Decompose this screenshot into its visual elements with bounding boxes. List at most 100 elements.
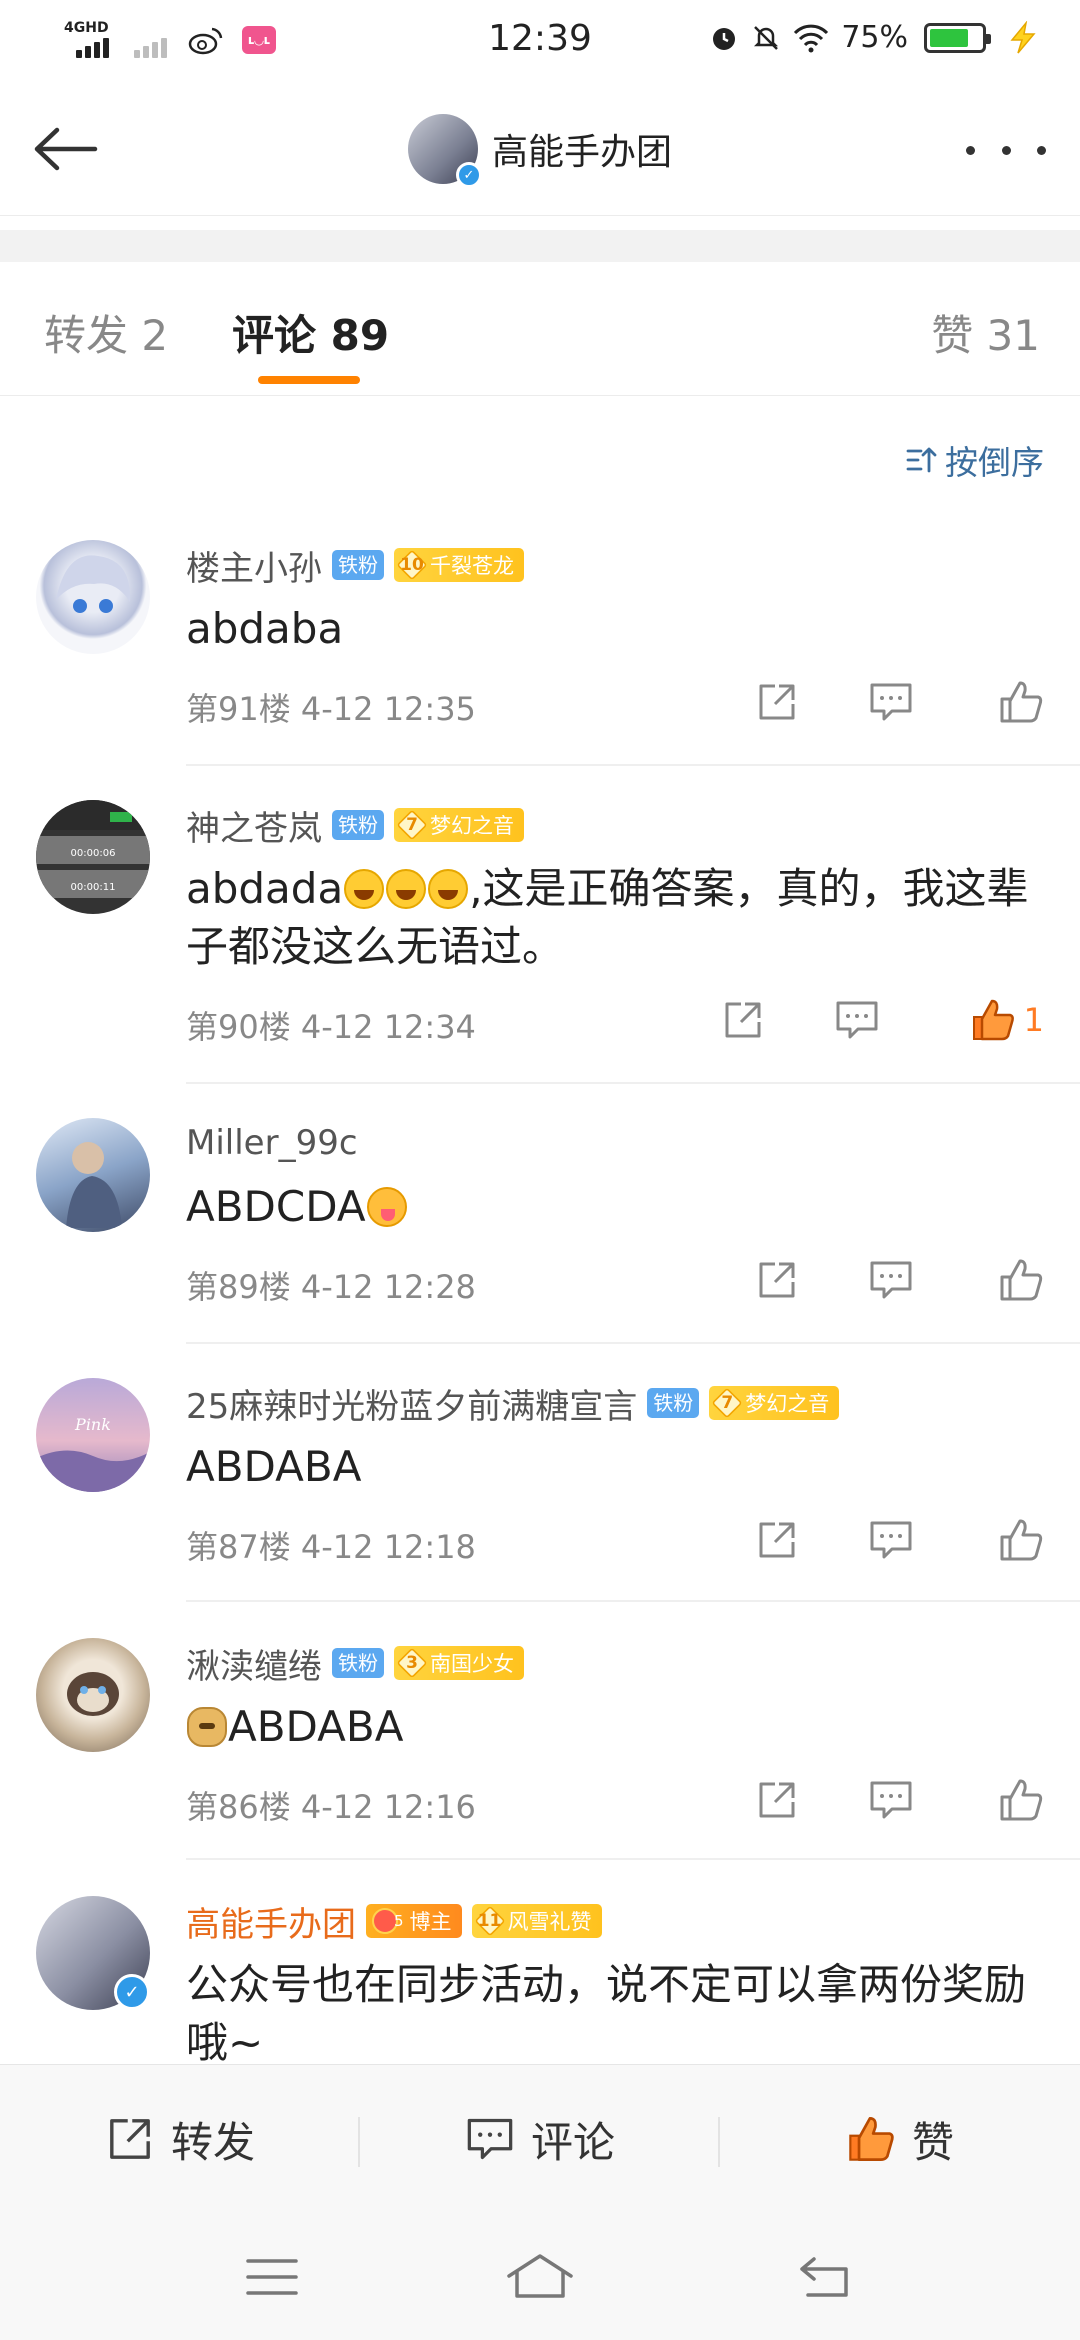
comment-author[interactable]: 25麻辣时光粉蓝夕前满糖宣言	[186, 1379, 637, 1428]
menu-button[interactable]	[222, 2242, 322, 2312]
comment-author[interactable]: 楼主小孙	[186, 541, 322, 590]
comment-button[interactable]: 评论	[360, 2065, 720, 2213]
divider	[186, 1600, 1080, 1602]
fan-level-title: 南国少女	[430, 1652, 514, 1676]
tab-bar: 转发 2 评论 89 赞 31	[0, 262, 1080, 396]
comment-text: ABDCDA	[186, 1178, 1044, 1236]
avatar[interactable]	[36, 540, 150, 654]
fan-level-title: 梦幻之音	[430, 814, 514, 838]
avatar[interactable]: ✓	[36, 1896, 150, 2010]
thumbs-up-icon	[1000, 1779, 1043, 1821]
comment-icon	[870, 1261, 912, 1299]
section-divider	[0, 230, 1080, 262]
like-button[interactable]	[948, 1774, 1044, 1826]
reply-button[interactable]	[834, 1254, 948, 1306]
sort-icon	[906, 447, 937, 473]
header-profile[interactable]: ✓ 高能手办团	[0, 114, 1080, 188]
comment-floor-time: 第87楼 4-12 12:18	[186, 1528, 476, 1566]
comment-author[interactable]: Miller_99c	[186, 1123, 358, 1163]
comment-text: ABDABA	[186, 1698, 1044, 1756]
doge-emoji-icon	[187, 1707, 227, 1747]
thumbs-up-icon	[1000, 1519, 1043, 1561]
comment-text: 公众号也在同步活动，说不定可以拿两份奖励哦~	[186, 1960, 1027, 2064]
more-icon	[966, 145, 975, 155]
repost-label: 转发	[170, 2117, 255, 2167]
reply-button[interactable]	[834, 1514, 948, 1566]
like-count: 1	[1023, 1001, 1044, 1039]
like-button[interactable]	[948, 1254, 1044, 1306]
reply-button[interactable]	[834, 676, 948, 728]
tab-likes[interactable]: 赞 31	[931, 302, 1040, 363]
share-icon	[110, 2119, 150, 2159]
tab-comments[interactable]: 评论 89	[232, 302, 389, 363]
avatar[interactable]: ✓	[407, 114, 482, 188]
host-badge-label: 博主	[409, 1910, 452, 1934]
svg-text:Pink: Pink	[74, 1415, 111, 1434]
divider	[186, 1342, 1080, 1344]
menu-icon	[246, 2259, 298, 2295]
thumbs-up-icon	[1000, 1259, 1043, 1301]
comment-author[interactable]: 湫渎缱绻	[186, 1639, 322, 1688]
avatar[interactable]: Pink	[36, 1378, 150, 1492]
nav-back-button[interactable]	[774, 2242, 874, 2312]
share-button[interactable]	[686, 994, 800, 1046]
fan-level-badge[interactable]: 7 梦幻之音	[709, 1386, 840, 1420]
host-badge[interactable]: 5 博主	[366, 1904, 462, 1938]
charging-icon	[1010, 20, 1036, 53]
avatar[interactable]: 00:00:06 00:00:11	[36, 800, 150, 914]
fan-badge[interactable]: 铁粉	[332, 1648, 384, 1678]
fan-level-badge[interactable]: 11 风雪礼赞	[471, 1904, 602, 1938]
repost-button[interactable]: 转发	[0, 2065, 360, 2213]
comment-floor-time: 第86楼 4-12 12:16	[186, 1788, 476, 1826]
fan-level-badge[interactable]: 7 梦幻之音	[394, 808, 524, 842]
laugh-cry-emoji-icon	[344, 869, 385, 909]
like-button[interactable]	[948, 676, 1044, 728]
fan-level-title: 千裂苍龙	[430, 554, 514, 578]
comment-floor-time: 第91楼 4-12 12:35	[186, 690, 476, 728]
share-icon	[759, 684, 795, 720]
share-button[interactable]	[720, 1514, 834, 1566]
laugh-cry-emoji-icon	[428, 869, 469, 909]
comment-author[interactable]: 高能手办团	[186, 1897, 356, 1946]
fan-level-number: 3	[406, 1653, 418, 1673]
sort-button[interactable]: 按倒序	[905, 436, 1044, 484]
like-button[interactable]	[948, 1514, 1044, 1566]
comment-author[interactable]: 神之苍岚	[186, 801, 322, 850]
divider	[186, 764, 1080, 766]
tab-repost[interactable]: 转发 2	[44, 302, 168, 363]
like-label: 赞	[911, 2117, 954, 2167]
host-level: 5	[394, 1912, 404, 1930]
share-icon	[725, 1002, 761, 1038]
share-button[interactable]	[720, 1774, 834, 1826]
fan-level-title: 梦幻之音	[745, 1392, 830, 1416]
like-button[interactable]: 1	[914, 994, 1044, 1046]
avatar[interactable]	[36, 1638, 150, 1752]
tab-active-indicator	[258, 376, 360, 384]
share-button[interactable]	[720, 1254, 834, 1306]
svg-text:00:00:11: 00:00:11	[71, 882, 116, 893]
comment-icon	[870, 683, 912, 721]
more-button[interactable]	[966, 130, 1046, 170]
verified-icon: ✓	[455, 162, 482, 188]
fan-level-badge[interactable]: 10 千裂苍龙	[394, 548, 524, 582]
sort-label: 按倒序	[945, 443, 1044, 482]
avatar[interactable]	[36, 1118, 150, 1232]
verified-icon: ✓	[114, 1974, 150, 2010]
status-bar: 4GHD ʟ◡ʟ 12:39 75%	[0, 0, 1080, 84]
reply-button[interactable]	[800, 994, 914, 1046]
share-button[interactable]	[720, 676, 834, 728]
fan-badge[interactable]: 铁粉	[332, 550, 384, 580]
thumbs-up-icon	[1000, 681, 1043, 723]
comment-icon	[836, 1001, 878, 1039]
comment-icon	[467, 2118, 513, 2160]
fan-level-badge[interactable]: 3 南国少女	[394, 1646, 524, 1680]
top-nav: ✓ 高能手办团	[0, 84, 1080, 216]
like-button[interactable]: 赞	[720, 2065, 1080, 2213]
reply-button[interactable]	[834, 1774, 948, 1826]
fan-level-number: 7	[406, 815, 418, 835]
fan-badge[interactable]: 铁粉	[647, 1388, 700, 1418]
fan-level-number: 10	[400, 555, 424, 575]
fan-badge[interactable]: 铁粉	[332, 810, 384, 840]
home-button[interactable]	[490, 2242, 590, 2312]
svg-text:00:00:06: 00:00:06	[71, 848, 116, 859]
